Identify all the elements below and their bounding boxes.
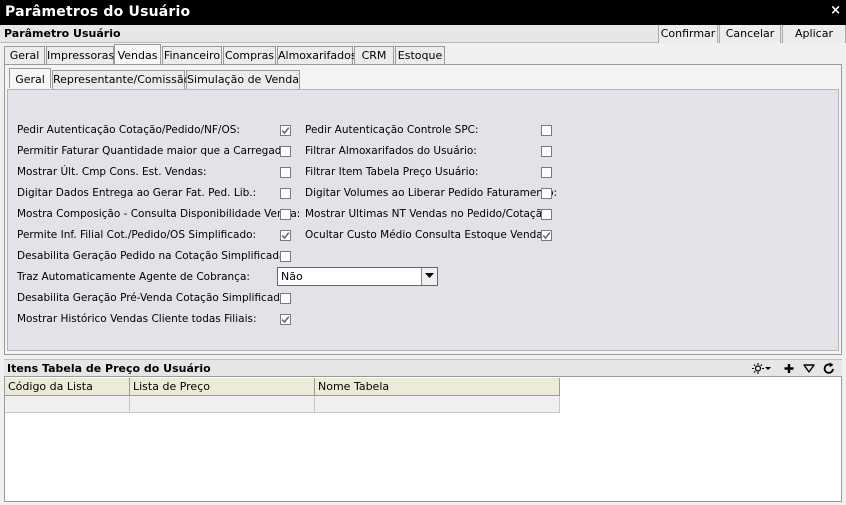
subtab-geral[interactable]: Geral — [9, 68, 51, 88]
column-header-nome-tabela[interactable]: Nome Tabela — [315, 378, 560, 396]
parametros-usuario-window: Parâmetros do Usuário × Parâmetro Usuári… — [0, 0, 846, 505]
close-icon[interactable]: × — [830, 3, 841, 18]
field-label: Filtrar Item Tabela Preço Usuário: — [305, 166, 479, 178]
window-title: Parâmetros do Usuário — [5, 4, 191, 20]
plus-icon[interactable] — [782, 362, 796, 375]
apply-button[interactable]: Aplicar — [782, 25, 846, 43]
refresh-icon[interactable] — [822, 362, 836, 375]
field-label: Digitar Volumes ao Liberar Pedido Fatura… — [305, 187, 558, 199]
digitar-dados-entrega-checkbox[interactable] — [280, 188, 291, 199]
field-label: Desabilita Geração Pré-Venda Cotação Sim… — [17, 292, 290, 304]
tab-geral[interactable]: Geral — [4, 46, 45, 65]
form-header: Parâmetro Usuário Confirmar Cancelar Apl… — [0, 25, 846, 43]
check-icon — [281, 232, 290, 240]
window-titlebar: Parâmetros do Usuário × — [0, 0, 846, 25]
field-label: Mostra Composição - Consulta Disponibili… — [17, 208, 301, 220]
pedir-autenticacao-cotacao-checkbox[interactable] — [280, 125, 291, 136]
vendas-panel: Geral Representante/Comissão Simulação d… — [4, 64, 842, 355]
check-icon — [281, 127, 290, 135]
desabilita-geracao-pedido-checkbox[interactable] — [280, 251, 291, 262]
tab-compras[interactable]: Compras — [223, 46, 276, 65]
chevron-down-icon[interactable] — [421, 268, 437, 285]
mostra-composicao-checkbox[interactable] — [280, 209, 291, 220]
column-header-codigo[interactable]: Código da Lista — [5, 378, 130, 396]
field-label: Mostrar Últ. Cmp Cons. Est. Vendas: — [17, 166, 207, 178]
geral-form-area: Pedir Autenticação Cotação/Pedido/NF/OS:… — [7, 89, 839, 351]
subtab-simulacao-venda[interactable]: Simulação de Venda — [186, 70, 300, 89]
permite-inf-filial-checkbox[interactable] — [280, 230, 291, 241]
confirm-button[interactable]: Confirmar — [658, 25, 718, 43]
field-label: Permitir Faturar Quantidade maior que a … — [17, 145, 292, 157]
check-icon — [542, 232, 551, 240]
desabilita-pre-venda-checkbox[interactable] — [280, 293, 291, 304]
agente-cobranca-select[interactable]: Não — [277, 267, 438, 286]
column-header-lista[interactable]: Lista de Preço — [130, 378, 315, 396]
filtrar-almoxarifados-checkbox[interactable] — [541, 146, 552, 157]
field-label: Mostrar Histórico Vendas Cliente todas F… — [17, 313, 257, 325]
field-label: Pedir Autenticação Cotação/Pedido/NF/OS: — [17, 124, 240, 136]
price-items-header: Itens Tabela de Preço do Usuário — [4, 359, 842, 377]
grid-cell-lista[interactable] — [130, 396, 315, 413]
field-label: Permite Inf. Filial Cot./Pedido/OS Simpl… — [17, 229, 257, 241]
tab-estoque[interactable]: Estoque — [395, 46, 445, 65]
price-items-grid: Código da Lista Lista de Preço Nome Tabe… — [4, 377, 842, 502]
cancel-button[interactable]: Cancelar — [719, 25, 781, 43]
field-label: Digitar Dados Entrega ao Gerar Fat. Ped.… — [17, 187, 257, 199]
field-label: Desabilita Geração Pedido na Cotação Sim… — [17, 250, 289, 262]
mostrar-historico-vendas-checkbox[interactable] — [280, 314, 291, 325]
agente-cobranca-label: Traz Automaticamente Agente de Cobrança: — [17, 271, 250, 283]
grid-cell-codigo[interactable] — [5, 396, 130, 413]
chevron-down-icon[interactable] — [764, 362, 772, 375]
filter-icon[interactable] — [802, 362, 816, 375]
filtrar-item-tabela-checkbox[interactable] — [541, 167, 552, 178]
field-label: Mostrar Ultimas NT Vendas no Pedido/Cota… — [305, 208, 553, 220]
mostrar-ultimas-nt-checkbox[interactable] — [541, 209, 552, 220]
ocultar-custo-medio-checkbox[interactable] — [541, 230, 552, 241]
columns-icon[interactable] — [751, 362, 765, 375]
grid-cell-nome-tabela[interactable] — [315, 396, 560, 413]
tab-vendas[interactable]: Vendas — [114, 44, 161, 64]
tab-impressoras[interactable]: Impressoras — [46, 46, 114, 65]
digitar-volumes-checkbox[interactable] — [541, 188, 552, 199]
subtab-representante-comissao[interactable]: Representante/Comissão — [52, 70, 190, 89]
field-label: Ocultar Custo Médio Consulta Estoque Ven… — [305, 229, 552, 241]
tab-financeiro[interactable]: Financeiro — [162, 46, 222, 65]
check-icon — [281, 316, 290, 324]
field-label: Pedir Autenticação Controle SPC: — [305, 124, 479, 136]
price-items-title: Itens Tabela de Preço do Usuário — [7, 362, 211, 375]
tab-crm[interactable]: CRM — [354, 46, 394, 65]
permitir-faturar-quantidade-checkbox[interactable] — [280, 146, 291, 157]
tab-almoxarifados[interactable]: Almoxarifados — [277, 46, 357, 65]
field-label: Filtrar Almoxarifados do Usuário: — [305, 145, 477, 157]
mostrar-ult-cmp-checkbox[interactable] — [280, 167, 291, 178]
form-header-label: Parâmetro Usuário — [4, 27, 121, 40]
agente-cobranca-value: Não — [281, 270, 303, 283]
pedir-autenticacao-spc-checkbox[interactable] — [541, 125, 552, 136]
